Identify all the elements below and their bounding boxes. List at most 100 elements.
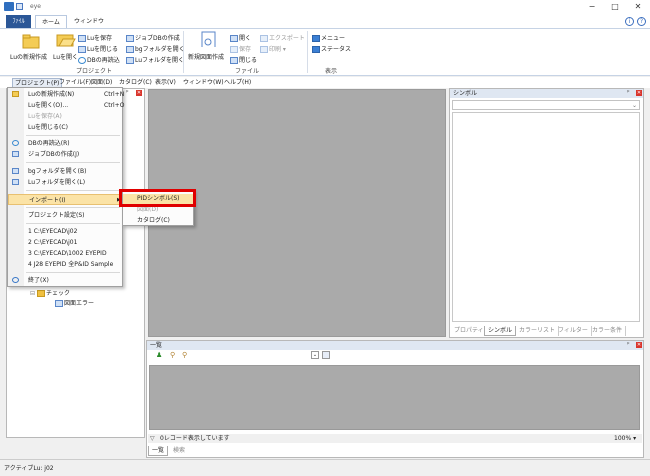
tab-list[interactable]: 一覧 [148, 446, 169, 456]
menu-separator [26, 223, 120, 224]
funnel-icon[interactable]: ⚲ [170, 351, 175, 359]
menu-item-exit[interactable]: 終了(X) [8, 275, 122, 286]
menu-toggle[interactable]: メニュー [312, 33, 345, 42]
menu-item-recent-2[interactable]: 2 C:\EYECAD\j01 [8, 237, 122, 248]
menu-item-close-lu[interactable]: Luを閉じる(C) [8, 122, 122, 133]
folder-icon [12, 179, 19, 185]
new-lu-button[interactable]: Luの新規作成 [10, 52, 47, 61]
tree-item-drawing-error[interactable]: 図面エラー [55, 298, 94, 307]
window-title: eye [30, 3, 41, 10]
menu-item-recent-3[interactable]: 3 C:\EYECAD\1002 EYEPID [8, 248, 122, 259]
list-toolbar: ♟ ⚲ ⚲ ⌄ [148, 351, 642, 361]
menu-item-label: bgフォルダを開く(B) [28, 168, 87, 175]
open-bg-folder-button[interactable]: bgフォルダを開く [126, 44, 185, 53]
close-lu-button[interactable]: Luを閉じる [78, 44, 118, 53]
menu-item-label: 3 C:\EYECAD\1002 EYEPID [28, 250, 107, 257]
create-job-db-button[interactable]: ジョブDBの作成 [126, 33, 180, 42]
menu-item-create-job-db[interactable]: ジョブDBの作成(J) [8, 149, 122, 160]
save-icon [230, 46, 238, 53]
status-toggle-label: ステータス [321, 46, 352, 53]
folder-icon [126, 57, 134, 64]
menu-item-open-lu-folder[interactable]: Luフォルダを開く(L) [8, 177, 122, 188]
open-button[interactable]: 開く [230, 33, 251, 42]
symbol-panel-title: シンボル [450, 89, 643, 98]
tab-window[interactable]: ウィンドウ [68, 15, 110, 28]
minimize-button[interactable]: − [580, 0, 604, 14]
menu-window[interactable]: ウィンドウ(W) [181, 78, 226, 88]
menu-item-reload-db[interactable]: DBの再読込(R) [8, 138, 122, 149]
close-button[interactable]: ✕ [626, 0, 650, 14]
menu-item-new-lu[interactable]: Luの新規作成(N) Ctrl+N [8, 89, 124, 100]
help-icon[interactable]: ? [637, 17, 646, 26]
quick-save-icon[interactable] [16, 3, 23, 10]
open-lu-folder-button[interactable]: Luフォルダを開く [126, 55, 184, 64]
tab-color-condition[interactable]: カラー条件 [589, 326, 627, 336]
save-button[interactable]: 保存 [230, 44, 251, 53]
database-icon [12, 151, 19, 157]
menu-separator [26, 190, 120, 191]
symbol-list[interactable] [452, 112, 640, 322]
pin-icon[interactable]: ᵖ [627, 89, 630, 96]
menu-item-label: 4 J28 EYEPID 全P&ID Sample [28, 261, 114, 268]
export-button[interactable]: エクスポート [260, 33, 305, 42]
save-lu-button[interactable]: Luを保存 [78, 33, 112, 42]
list-grid[interactable] [149, 365, 640, 430]
menu-help[interactable]: ヘルプ(H) [222, 78, 253, 88]
tab-symbol[interactable]: シンボル [484, 326, 517, 336]
tab-filter[interactable]: フィルター [555, 326, 592, 336]
close-panel-icon[interactable]: ✕ [636, 90, 642, 96]
menu-item-label: 終了(X) [28, 277, 49, 284]
export-label: エクスポート [269, 35, 305, 42]
symbol-combo[interactable]: ⌄ [452, 100, 640, 110]
app-window: eye − □ ✕ ﾌｧｲﾙ ホーム ウィンドウ i ? Luの新規作成 Luを… [0, 0, 650, 476]
close-panel-icon[interactable]: ✕ [136, 90, 142, 96]
new-drawing-icon [201, 31, 216, 47]
project-group-label: プロジェクト [76, 68, 113, 75]
pin-icon[interactable]: ᵖ [627, 341, 630, 348]
checkbox-checked-icon [312, 35, 320, 42]
menu-view[interactable]: 表示(V) [153, 78, 178, 88]
menu-separator [26, 162, 120, 163]
close-button-ribbon[interactable]: 閉じる [230, 55, 257, 64]
tree-item-check[interactable]: ⊟ チェック [30, 288, 70, 297]
zoom-select[interactable]: 100% ▾ [614, 434, 636, 443]
refresh-icon [78, 57, 86, 64]
tab-home[interactable]: ホーム [35, 15, 67, 28]
table-icon [55, 300, 63, 307]
status-toggle[interactable]: ステータス [312, 44, 351, 53]
info-icon[interactable]: i [625, 17, 634, 26]
export-list-icon[interactable] [322, 351, 330, 359]
tab-search[interactable]: 検索 [170, 446, 188, 456]
list-status-bar: ▽ 0レコード表示しています 100% ▾ [148, 434, 642, 443]
menu-item-project-settings[interactable]: プロジェクト設定(S) [8, 210, 122, 221]
menu-item-import[interactable]: インポート(I) [8, 194, 122, 205]
menu-item-open-bg-folder[interactable]: bgフォルダを開く(B) [8, 166, 122, 177]
tab-file[interactable]: ﾌｧｲﾙ [6, 15, 31, 28]
close-panel-icon[interactable]: ✕ [636, 342, 642, 348]
menu-item-open-lu[interactable]: Luを開く(O)... Ctrl+O [8, 100, 124, 111]
open-lu-button[interactable]: Luを開く [53, 52, 78, 61]
maximize-button[interactable]: □ [603, 0, 627, 14]
menu-item-save-lu[interactable]: Luを保存(A) [8, 111, 122, 122]
tab-properties[interactable]: プロパティ [451, 326, 488, 336]
pin-icon[interactable]: ᵖ [126, 89, 129, 96]
new-drawing-button[interactable]: 新規図面作成 [188, 52, 224, 61]
print-button[interactable]: 印刷 ▾ [260, 44, 286, 53]
tab-color-list[interactable]: カラーリスト [516, 326, 560, 336]
filter-icon[interactable]: ♟ [156, 351, 162, 359]
folder-icon [12, 168, 19, 174]
submenu-item-catalog[interactable]: カタログ(C) [123, 216, 193, 226]
funnel-clear-icon[interactable]: ⚲ [182, 351, 187, 359]
reload-db-label: DBの再読込 [87, 57, 120, 64]
record-count-text: 0レコード表示しています [160, 435, 230, 442]
printer-icon [260, 46, 268, 53]
refresh-icon [12, 140, 19, 146]
menu-item-recent-1[interactable]: 1 C:\EYECAD\j02 [8, 226, 122, 237]
menu-item-label: 2 C:\EYECAD\j01 [28, 239, 78, 246]
reload-db-button[interactable]: DBの再読込 [78, 55, 120, 64]
dropdown-icon[interactable]: ⌄ [311, 351, 319, 359]
menu-item-label: ジョブDBの作成(J) [28, 151, 80, 158]
new-lu-icon [22, 34, 40, 49]
title-bar [0, 0, 650, 14]
menu-item-recent-4[interactable]: 4 J28 EYEPID 全P&ID Sample [8, 259, 122, 270]
